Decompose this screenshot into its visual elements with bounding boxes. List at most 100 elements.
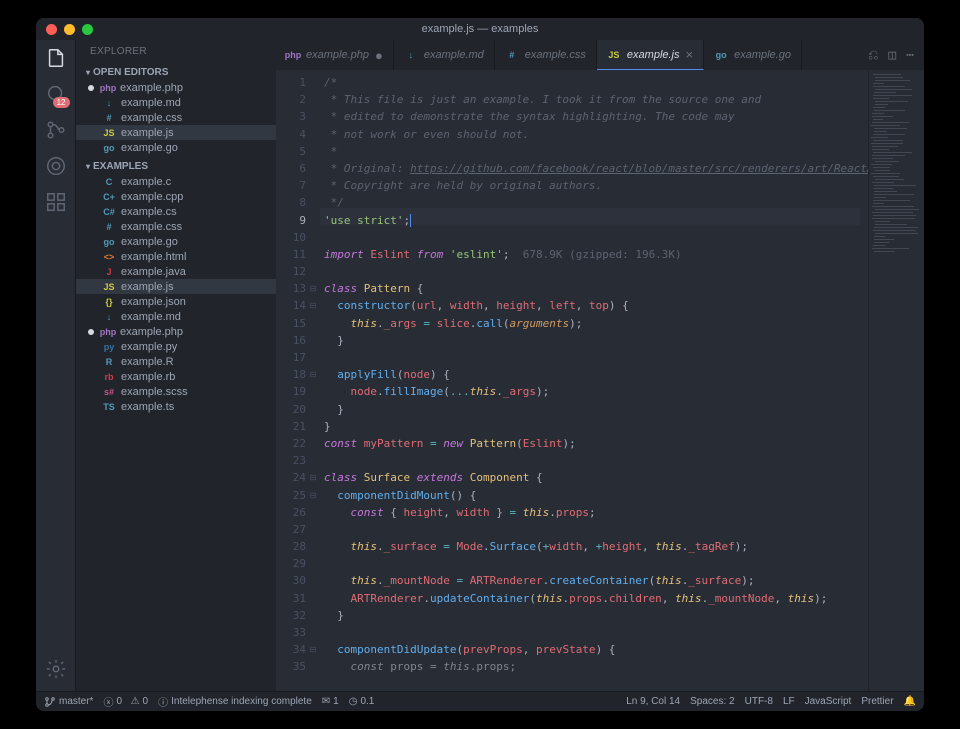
code-area[interactable]: 1234567891011121314151617181920212223242… — [276, 70, 924, 691]
file-name: example.html — [121, 251, 186, 263]
vscode-window: example.js — examples 12 EXPLORER OPEN E… — [36, 18, 924, 711]
prettier-status[interactable]: Prettier — [861, 696, 893, 707]
notifications-count[interactable]: ✉ 1 — [322, 696, 339, 707]
file-name: example.R — [121, 356, 174, 368]
indentation-status[interactable]: Spaces: 2 — [690, 696, 734, 707]
fold-gutter[interactable]: ⊟⊟⊟⊟⊟⊟ — [308, 74, 318, 676]
file-item[interactable]: goexample.go — [76, 140, 276, 155]
eol-status[interactable]: LF — [783, 696, 795, 707]
dirty-indicator-icon — [88, 329, 94, 335]
file-type-icon: s# — [102, 386, 116, 398]
file-name: example.go — [121, 236, 178, 248]
file-type-icon: ↓ — [404, 49, 418, 61]
file-item[interactable]: ↓ example.md — [76, 95, 276, 110]
file-item[interactable]: C+example.cpp — [76, 189, 276, 204]
debug-icon[interactable] — [44, 154, 68, 178]
file-item[interactable]: Rexample.R — [76, 354, 276, 369]
file-item[interactable]: #example.css — [76, 219, 276, 234]
file-type-icon: # — [102, 221, 116, 233]
file-type-icon: py — [102, 341, 116, 353]
encoding-status[interactable]: UTF-8 — [745, 696, 773, 707]
file-name: example.rb — [121, 371, 175, 383]
problems-status[interactable]: ⓧ 0 ⚠ 0 — [103, 694, 148, 709]
editor-tab[interactable]: # example.css — [495, 40, 597, 70]
code-content[interactable]: /* * This file is just an example. I too… — [320, 70, 868, 691]
dirty-indicator-icon: ● — [375, 48, 383, 63]
editor-tab[interactable]: phpexample.php● — [276, 40, 394, 70]
cursor-position[interactable]: Ln 9, Col 14 — [626, 696, 680, 707]
editor-tab[interactable]: goexample.go — [704, 40, 802, 70]
file-item[interactable]: php example.php — [76, 80, 276, 95]
file-type-icon: JS — [607, 49, 621, 61]
explorer-icon[interactable] — [44, 46, 68, 70]
file-item[interactable]: s# example.scss — [76, 384, 276, 399]
file-name: example.java — [121, 266, 186, 278]
bell-icon[interactable]: 🔔 — [904, 696, 916, 707]
file-name: example.md — [121, 97, 181, 109]
more-actions-icon[interactable]: ⋯ — [906, 48, 914, 63]
section-header[interactable]: EXAMPLES — [76, 159, 276, 174]
file-type-icon: go — [102, 236, 116, 248]
file-item[interactable]: JSexample.js — [76, 125, 276, 140]
file-item[interactable]: {}example.json — [76, 294, 276, 309]
file-type-icon: C — [102, 176, 116, 188]
search-icon[interactable]: 12 — [44, 82, 68, 106]
file-type-icon: J — [102, 266, 116, 278]
file-name: example.css — [121, 112, 182, 124]
close-tab-icon[interactable]: × — [686, 47, 694, 62]
file-type-icon: # — [102, 112, 116, 124]
file-item[interactable]: Jexample.java — [76, 264, 276, 279]
file-item[interactable]: <>example.html — [76, 249, 276, 264]
file-type-icon: C# — [102, 206, 116, 218]
file-name: example.py — [121, 341, 177, 353]
tab-label: example.go — [734, 49, 791, 61]
status-bar: master* ⓧ 0 ⚠ 0 ⓘ Intelephense indexing … — [36, 691, 924, 711]
file-item[interactable]: JS example.js — [76, 279, 276, 294]
file-type-icon: go — [102, 142, 116, 154]
settings-icon[interactable] — [44, 657, 68, 681]
file-type-icon: ↓ — [102, 311, 116, 323]
file-type-icon: php — [101, 82, 115, 94]
file-item[interactable]: C# example.cs — [76, 204, 276, 219]
sidebar-header: EXPLORER — [76, 40, 276, 63]
file-type-icon: TS — [102, 401, 116, 413]
file-item[interactable]: Cexample.c — [76, 174, 276, 189]
file-type-icon: php — [101, 326, 115, 338]
tab-label: example.md — [424, 49, 484, 61]
file-type-icon: ↓ — [102, 97, 116, 109]
section-header[interactable]: OPEN EDITORS — [76, 65, 276, 80]
file-item[interactable]: # example.css — [76, 110, 276, 125]
file-name: example.js — [121, 281, 174, 293]
file-item[interactable]: go example.go — [76, 234, 276, 249]
file-type-icon: JS — [102, 127, 116, 139]
file-type-icon: # — [505, 49, 519, 61]
extensions-icon[interactable] — [44, 190, 68, 214]
file-item[interactable]: rbexample.rb — [76, 369, 276, 384]
file-name: example.php — [120, 326, 183, 338]
file-type-icon: C+ — [102, 191, 116, 203]
intelephense-status[interactable]: ⓘ Intelephense indexing complete — [158, 694, 312, 709]
file-item[interactable]: ↓ example.md — [76, 309, 276, 324]
file-type-icon: JS — [102, 281, 116, 293]
editor-tab[interactable]: ↓ example.md — [394, 40, 495, 70]
editor-area: phpexample.php● ↓ example.md # example.css JS… — [276, 40, 924, 691]
timer-status[interactable]: ◷ 0.1 — [349, 696, 375, 707]
split-editor-icon[interactable]: ◫ — [888, 48, 896, 63]
tab-label: example.css — [525, 49, 586, 61]
file-item[interactable]: TSexample.ts — [76, 399, 276, 414]
file-name: example.cs — [121, 206, 177, 218]
file-name: example.php — [120, 82, 183, 94]
file-type-icon: R — [102, 356, 116, 368]
file-name: example.md — [121, 311, 181, 323]
dirty-indicator-icon — [88, 85, 94, 91]
editor-tab[interactable]: JSexample.js× — [597, 40, 704, 70]
source-control-icon[interactable] — [44, 118, 68, 142]
activity-bar: 12 — [36, 40, 76, 691]
minimap[interactable] — [868, 70, 924, 691]
language-mode[interactable]: JavaScript — [805, 696, 852, 707]
compare-changes-icon[interactable]: ⎌ — [868, 48, 878, 63]
file-name: example.scss — [121, 386, 188, 398]
file-item[interactable]: php example.php — [76, 324, 276, 339]
git-branch[interactable]: master* — [44, 696, 93, 708]
file-item[interactable]: py example.py — [76, 339, 276, 354]
